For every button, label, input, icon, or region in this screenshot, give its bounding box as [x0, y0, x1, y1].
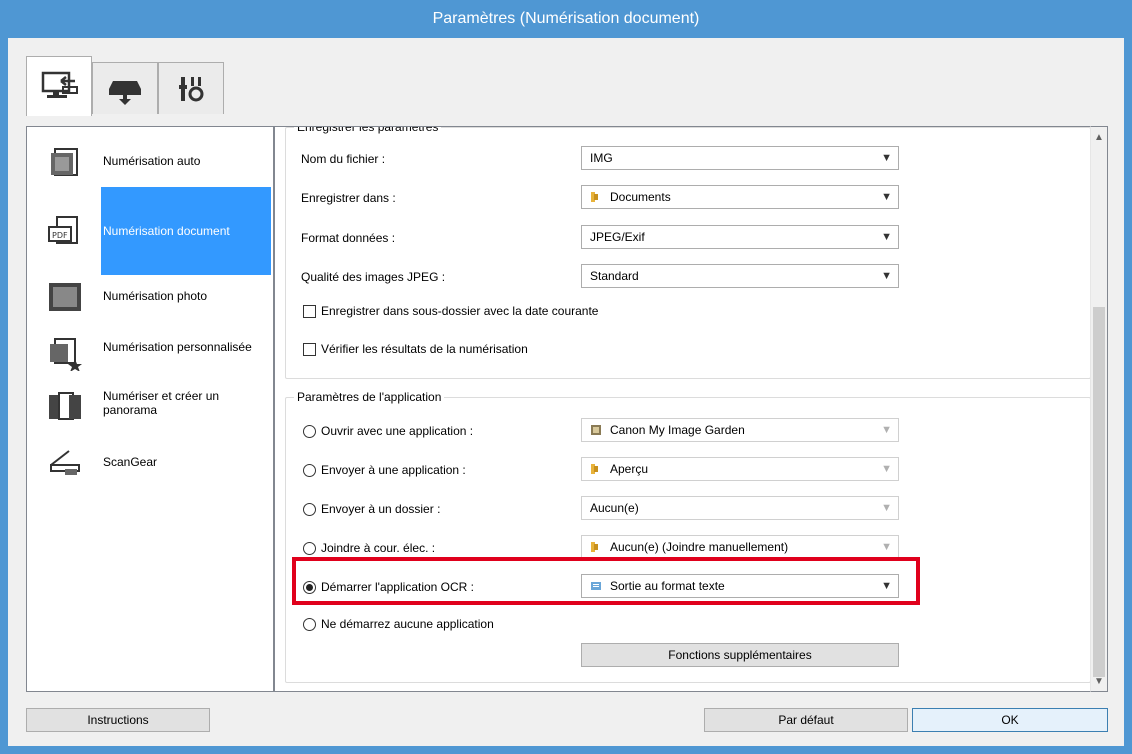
scan-from-panel-icon	[109, 80, 141, 105]
open-app-radio[interactable]	[303, 425, 316, 438]
save-in-combo[interactable]: Documents ▼	[581, 185, 899, 209]
tab-scan-from-panel[interactable]	[92, 62, 158, 114]
nav-label: Numérisation document	[103, 224, 230, 238]
scan-from-computer-icon	[41, 71, 78, 98]
ocr-highlight-box	[292, 557, 920, 605]
data-format-value: JPEG/Exif	[590, 230, 645, 244]
window-title: Paramètres (Numérisation document)	[432, 10, 700, 27]
chevron-down-icon: ▼	[881, 541, 892, 553]
save-settings-legend: Enregistrer les paramètres	[294, 127, 442, 134]
document-scan-icon: PDF	[48, 216, 78, 244]
email-value: Aucun(e) (Joindre manuellement)	[610, 540, 789, 554]
nav-label: Numériser et créer un panorama	[103, 389, 220, 417]
data-format-label: Format données :	[301, 231, 396, 245]
photo-scan-icon	[49, 283, 81, 311]
tab-scan-from-computer[interactable]	[26, 56, 92, 116]
send-folder-label: Envoyer à un dossier :	[321, 502, 441, 516]
folder-icon	[591, 464, 598, 474]
chevron-down-icon: ▼	[881, 191, 892, 203]
scan-type-list: Numérisation auto PDF Numérisation docum…	[26, 126, 274, 692]
open-app-value: Canon My Image Garden	[610, 423, 745, 437]
scroll-down-icon[interactable]: ▼	[1091, 673, 1107, 691]
send-folder-combo[interactable]: Aucun(e) ▼	[581, 496, 899, 520]
settings-panel: Enregistrer les paramètres Nom du fichie…	[274, 126, 1108, 692]
check-results-label: Vérifier les résultats de la numérisatio…	[321, 342, 528, 356]
settings-dialog: Paramètres (Numérisation document) Numér…	[0, 0, 1132, 754]
defaults-button[interactable]: Par défaut	[704, 708, 908, 732]
nav-label: Numérisation auto	[103, 154, 201, 168]
email-combo[interactable]: Aucun(e) (Joindre manuellement) ▼	[581, 535, 899, 559]
nav-item-scangear[interactable]: ScanGear	[27, 439, 273, 527]
send-app-radio[interactable]	[303, 464, 316, 477]
open-app-combo[interactable]: Canon My Image Garden ▼	[581, 418, 899, 442]
more-functions-button[interactable]: Fonctions supplémentaires	[581, 643, 899, 667]
panorama-icon	[49, 392, 81, 420]
subfolder-label: Enregistrer dans sous-dossier avec la da…	[321, 304, 599, 318]
file-name-label: Nom du fichier :	[301, 152, 386, 166]
dialog-client-area: Numérisation auto PDF Numérisation docum…	[8, 38, 1124, 746]
app-icon	[591, 425, 601, 435]
nav-label: ScanGear	[103, 455, 158, 469]
subfolder-checkbox[interactable]	[303, 305, 316, 318]
send-folder-radio[interactable]	[303, 503, 316, 516]
folder-icon	[591, 542, 598, 552]
chevron-down-icon: ▼	[881, 231, 892, 243]
chevron-down-icon: ▼	[881, 424, 892, 436]
scroll-thumb[interactable]	[1093, 307, 1105, 677]
svg-text:PDF: PDF	[52, 231, 68, 240]
no-app-radio[interactable]	[303, 618, 316, 631]
jpeg-quality-combo[interactable]: Standard ▼	[581, 264, 899, 288]
chevron-down-icon: ▼	[881, 270, 892, 282]
scangear-icon	[50, 450, 80, 475]
chevron-down-icon: ▼	[881, 152, 892, 164]
email-label: Joindre à cour. élec. :	[321, 541, 436, 555]
vertical-scrollbar[interactable]: ▲ ▼	[1090, 126, 1108, 692]
nav-label: Numérisation photo	[103, 289, 208, 303]
no-app-label: Ne démarrez aucune application	[321, 617, 494, 631]
custom-scan-icon	[50, 338, 82, 371]
open-app-label: Ouvrir avec une application :	[321, 424, 474, 438]
nav-item-document-scan[interactable]: PDF Numérisation document	[27, 187, 273, 275]
jpeg-quality-label: Qualité des images JPEG :	[301, 270, 446, 284]
file-name-combo[interactable]: IMG ▼	[581, 146, 899, 170]
scroll-up-icon[interactable]: ▲	[1091, 129, 1107, 147]
send-app-label: Envoyer à une application :	[321, 463, 466, 477]
jpeg-quality-value: Standard	[590, 269, 639, 283]
folder-icon	[591, 192, 598, 202]
data-format-combo[interactable]: JPEG/Exif ▼	[581, 225, 899, 249]
chevron-down-icon: ▼	[881, 502, 892, 514]
auto-scan-icon	[51, 148, 78, 176]
save-in-label: Enregistrer dans :	[301, 191, 396, 205]
nav-label: Numérisation personnalisée	[103, 340, 252, 354]
email-radio[interactable]	[303, 542, 316, 555]
tab-general-settings[interactable]	[158, 62, 224, 114]
send-app-combo[interactable]: Aperçu ▼	[581, 457, 899, 481]
file-name-value: IMG	[590, 151, 613, 165]
instructions-button[interactable]: Instructions	[26, 708, 210, 732]
send-app-value: Aperçu	[610, 462, 649, 476]
save-in-value: Documents	[610, 190, 671, 204]
chevron-down-icon: ▼	[881, 463, 892, 475]
app-settings-legend: Paramètres de l'application	[294, 390, 445, 404]
ok-button[interactable]: OK	[912, 708, 1108, 732]
check-results-checkbox[interactable]	[303, 343, 316, 356]
general-settings-icon	[179, 76, 204, 101]
send-folder-value: Aucun(e)	[590, 501, 639, 515]
